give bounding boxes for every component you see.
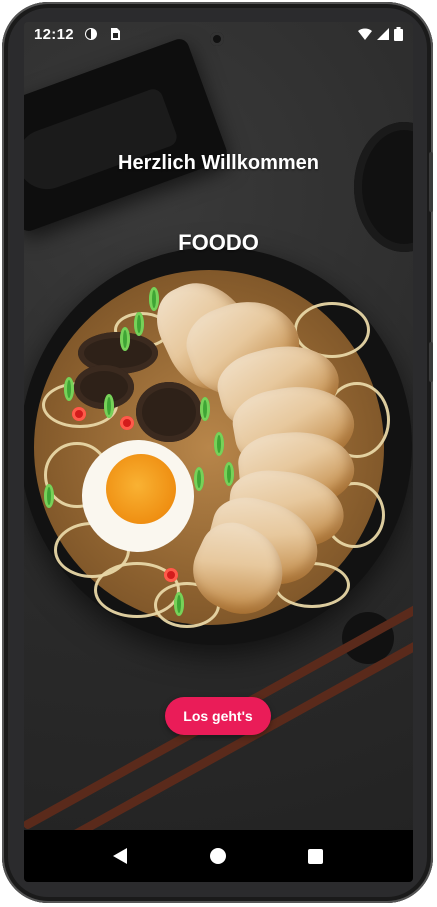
- battery-icon: [394, 27, 403, 41]
- front-camera: [210, 32, 224, 46]
- chili-slice: [120, 416, 134, 430]
- scallion: [200, 397, 210, 421]
- status-time: 12:12: [34, 26, 74, 43]
- app-screen: 12:12 Herzlich Willkommen FOODO Los geht…: [24, 22, 413, 882]
- scallion: [120, 327, 130, 351]
- chili-slice: [72, 407, 86, 421]
- home-icon[interactable]: [210, 848, 226, 864]
- welcome-heading: Herzlich Willkommen: [118, 152, 319, 174]
- scallion: [104, 394, 114, 418]
- wifi-icon: [358, 27, 372, 41]
- scallion: [44, 484, 54, 508]
- start-button[interactable]: Los geht's: [165, 697, 271, 735]
- scallion: [194, 467, 204, 491]
- mushroom: [136, 382, 202, 442]
- back-icon[interactable]: [113, 848, 127, 864]
- chili-slice: [164, 568, 178, 582]
- brand-title: FOODO: [178, 230, 259, 255]
- volume-button: [429, 152, 433, 212]
- scallion: [149, 287, 159, 311]
- recents-icon[interactable]: [308, 849, 323, 864]
- theme-icon: [84, 27, 98, 41]
- signal-icon: [376, 27, 390, 41]
- egg-yolk: [106, 454, 176, 524]
- background-photo: [24, 22, 413, 882]
- scallion: [214, 432, 224, 456]
- power-button: [429, 342, 433, 382]
- scallion: [134, 312, 144, 336]
- scallion: [224, 462, 234, 486]
- sim-card-icon: [108, 27, 122, 41]
- navigation-bar: [24, 830, 413, 882]
- scallion: [174, 592, 184, 616]
- status-bar: 12:12: [24, 22, 413, 48]
- scallion: [64, 377, 74, 401]
